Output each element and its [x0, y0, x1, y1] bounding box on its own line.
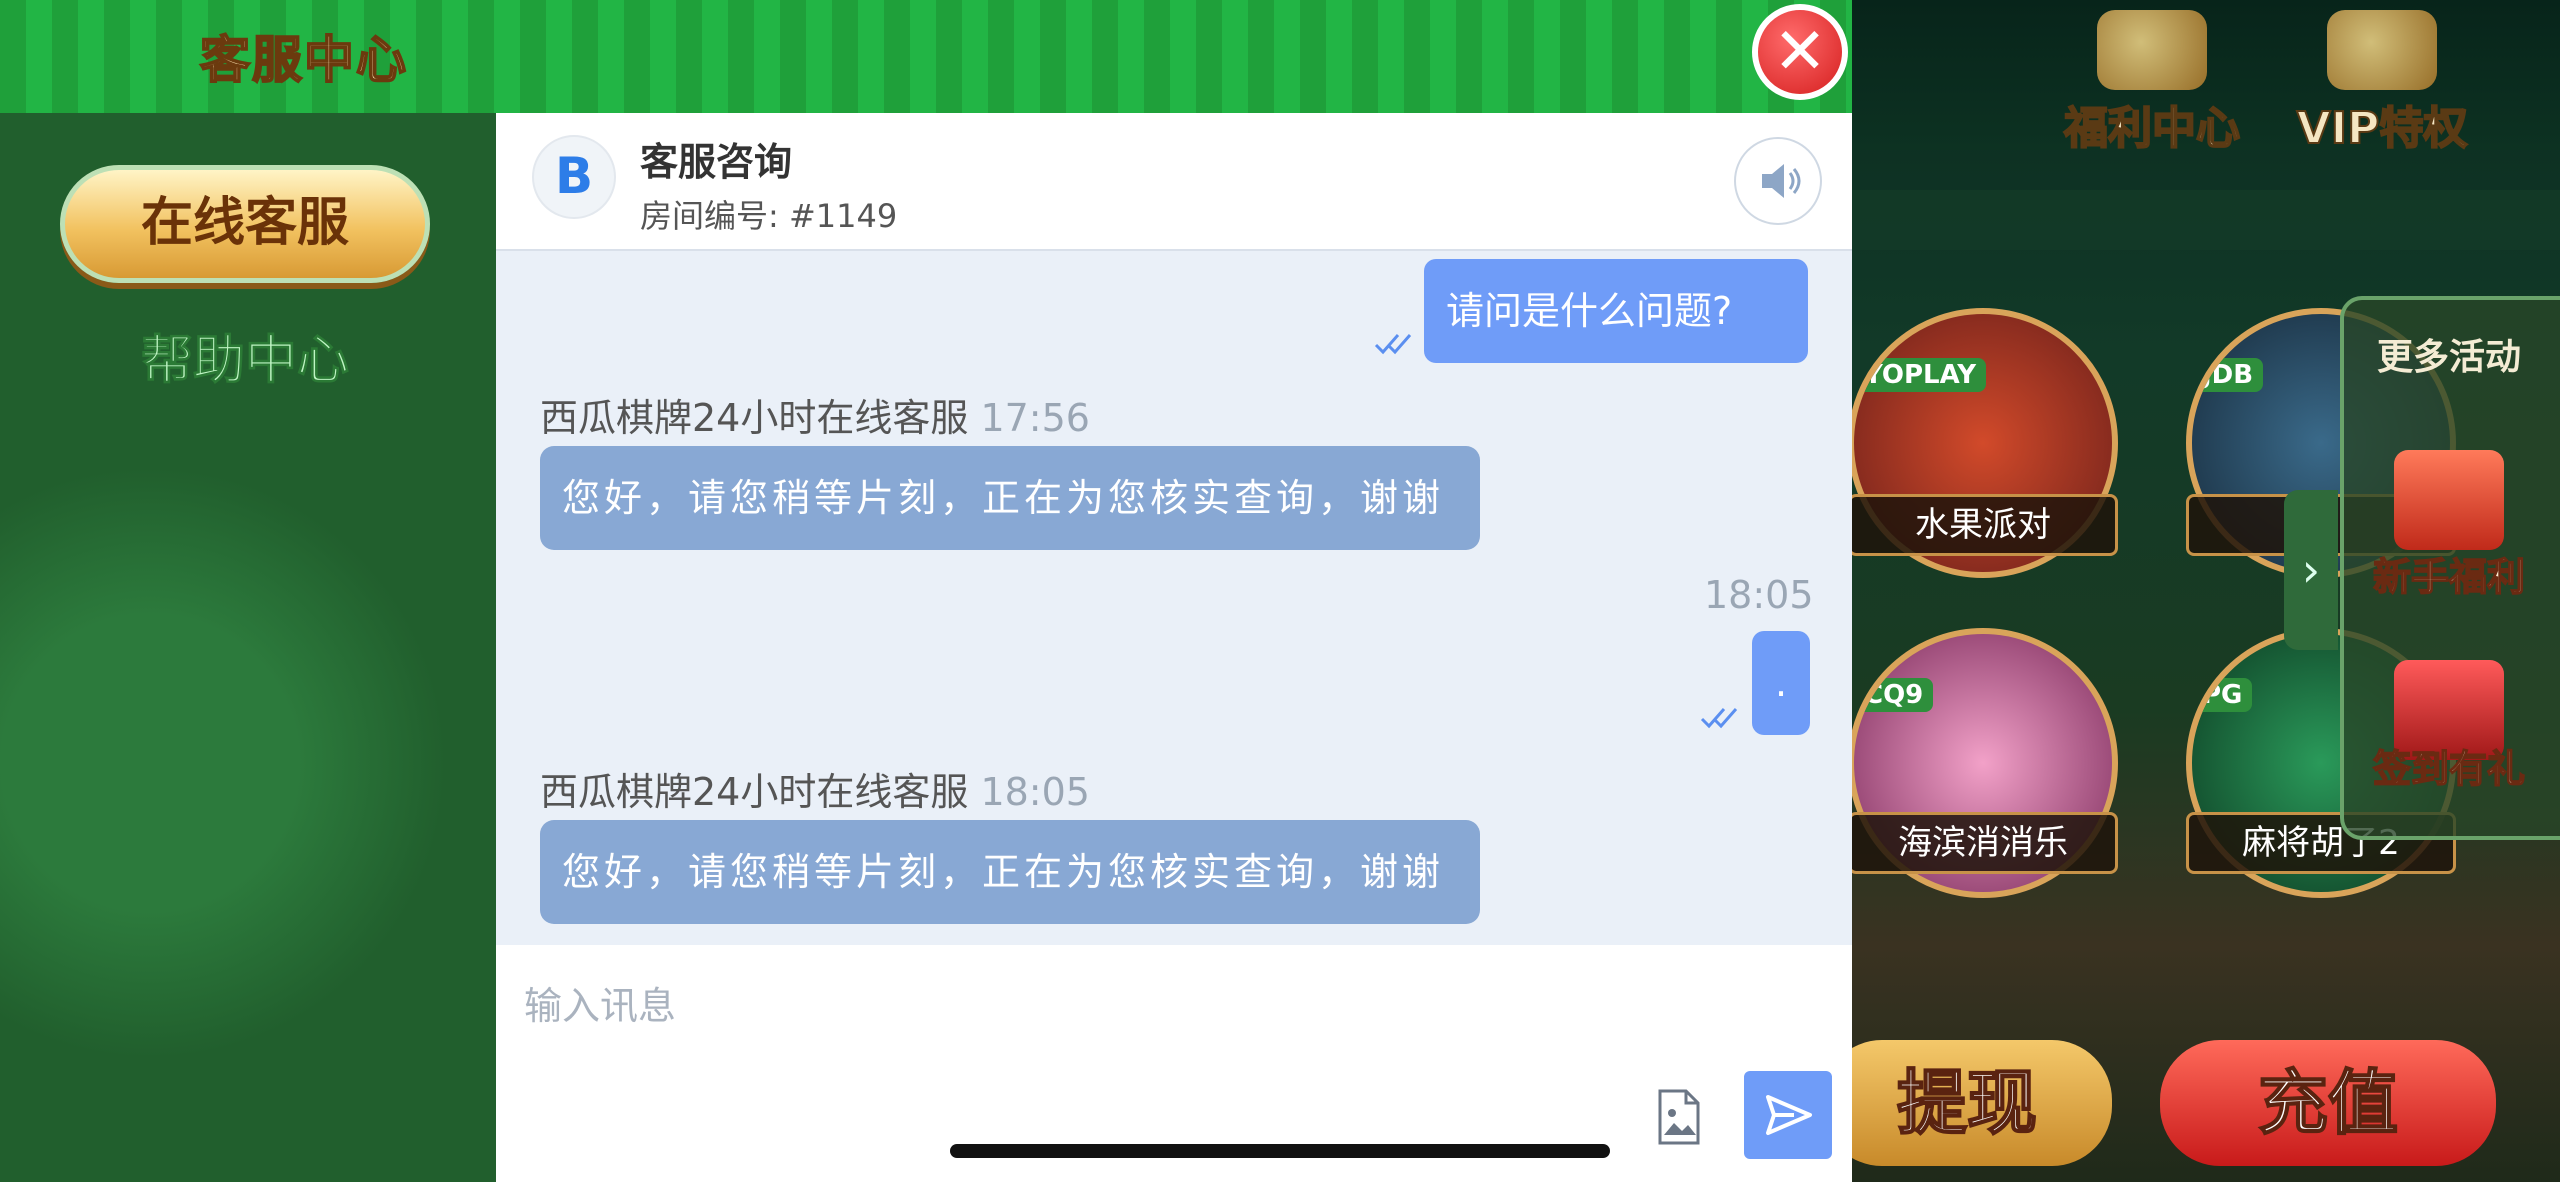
message-bubble-user: 请问是什么问题?: [1424, 259, 1808, 363]
message-input[interactable]: [522, 975, 1526, 1037]
game-name: 水果派对: [1852, 494, 2118, 556]
close-icon: ✕: [1773, 15, 1827, 89]
sidebar-item-online-service[interactable]: 在线客服: [60, 165, 430, 283]
send-icon: [1766, 1095, 1812, 1135]
message-sender: 西瓜棋牌24小时在线客服 17:56: [540, 396, 1090, 440]
withdraw-button[interactable]: 提现: [1852, 1040, 2112, 1166]
chat-header: B 客服咨询 房间编号: #1149: [496, 113, 1852, 251]
read-receipt-icon: [1374, 334, 1412, 355]
speaker-icon[interactable]: [1734, 137, 1822, 225]
newbie-welfare-item[interactable]: 新手福利: [2344, 546, 2554, 601]
chat-title: 客服咨询: [640, 140, 793, 184]
gift-icon: [2394, 450, 2504, 550]
checkin-reward-item[interactable]: 签到有礼: [2344, 738, 2554, 793]
game-name: 海滨消消乐: [1852, 812, 2118, 874]
welfare-icon: [2097, 10, 2207, 90]
window-title-bar: 客服中心 ✕: [0, 0, 1852, 117]
vip-privilege-button[interactable]: VIP特权: [2282, 10, 2482, 155]
chevron-right-icon[interactable]: ›: [2284, 490, 2338, 650]
home-indicator[interactable]: [950, 1144, 1610, 1158]
chat-panel: B 客服咨询 房间编号: #1149 请问是什么问题? 西瓜棋牌24小时在线客服…: [496, 113, 1852, 1182]
agent-logo-icon: B: [532, 135, 616, 219]
more-activities-title: 更多活动: [2376, 337, 2521, 378]
read-receipt-icon: [1700, 708, 1738, 729]
crown-icon: [2327, 10, 2437, 90]
message-bubble-agent: 您好，请您稍等片刻，正在为您核实查询，谢谢: [540, 820, 1480, 924]
message-time: 18:05: [980, 770, 1090, 814]
send-button[interactable]: [1744, 1071, 1832, 1159]
image-upload-icon[interactable]: [1656, 1089, 1702, 1145]
message-time: 18:05: [1704, 573, 1814, 617]
service-sidebar: 在线客服 帮助中心: [0, 113, 496, 1182]
message-bubble-user: .: [1752, 631, 1810, 735]
recharge-button[interactable]: 充值: [2160, 1040, 2496, 1166]
more-activities-panel: 更多活动 新手福利 签到有礼: [2340, 296, 2560, 840]
room-number: 房间编号: #1149: [640, 197, 898, 235]
close-button[interactable]: ✕: [1752, 4, 1848, 100]
window-title: 客服中心: [199, 30, 408, 90]
game-lobby-background: 福利中心 VIP特权 YOPLAY 水果派对 JDB 飞 CQ9 海滨消消乐 P…: [1852, 0, 2560, 1182]
sidebar-item-help-center[interactable]: 帮助中心: [60, 321, 430, 401]
message-sender: 西瓜棋牌24小时在线客服 18:05: [540, 770, 1090, 814]
message-bubble-agent: 您好，请您稍等片刻，正在为您核实查询，谢谢: [540, 446, 1480, 550]
welfare-center-button[interactable]: 福利中心: [2052, 10, 2252, 155]
message-time: 17:56: [980, 396, 1090, 440]
